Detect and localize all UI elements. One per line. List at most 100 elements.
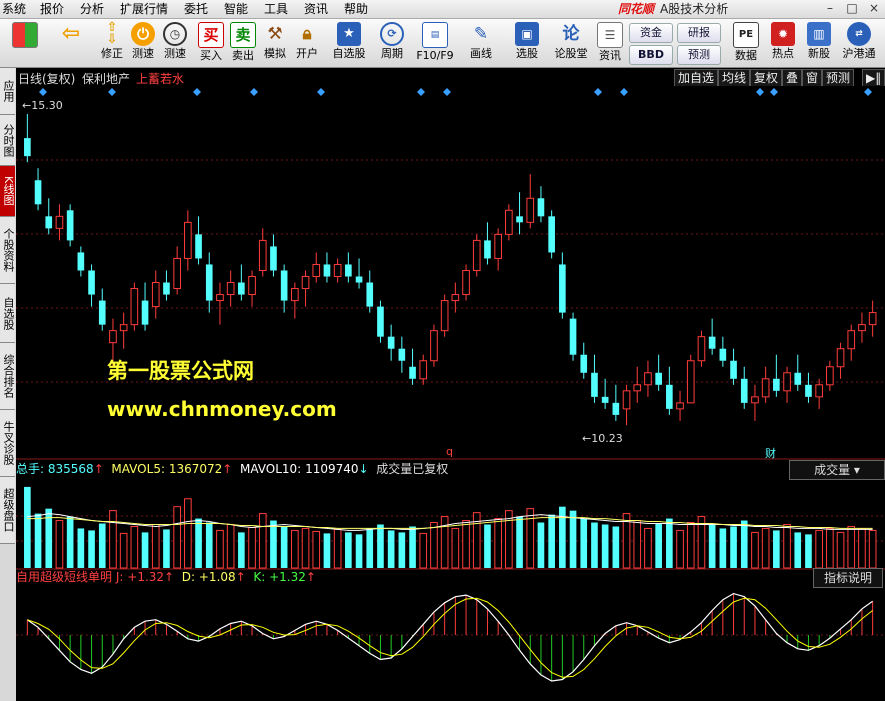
toolbar-news-button[interactable]: ☰ 资讯 [593, 21, 627, 65]
add-watchlist-button[interactable]: 加自选 [674, 69, 719, 87]
candle-body-down [398, 348, 406, 361]
volume-bar-down [601, 524, 609, 568]
toolbar-hk-connect-button[interactable]: ⇄ 沪港通 [839, 21, 879, 65]
total-up-arrow-icon: ↑ [93, 462, 104, 476]
finance-marker[interactable]: 财 [765, 445, 776, 461]
overlay-button[interactable]: 叠 [782, 69, 803, 87]
research-button[interactable]: 研报 [677, 23, 721, 43]
toolbar-data-label: 数据 [735, 49, 757, 62]
volume-bar-up [258, 513, 267, 569]
volume-bar-up [173, 506, 181, 569]
candle-body-up [783, 372, 791, 392]
volume-note: 成交量已复权 [376, 462, 449, 476]
adjust-button[interactable]: 复权 [750, 69, 783, 87]
toolbar-grid-button[interactable] [8, 21, 42, 65]
toolbar-watchlist-label: 自选股 [332, 47, 366, 60]
cycle-icon: ⟳ [380, 22, 404, 46]
volume-bar-down [580, 518, 588, 568]
side-tab-watchlist[interactable]: 自选股 [0, 284, 15, 343]
ma-button[interactable]: 均线 [718, 69, 751, 87]
kline-chart[interactable] [16, 86, 885, 701]
minimize-button[interactable]: – [819, 0, 841, 17]
volume-bar-down [719, 528, 727, 568]
side-tab-diagnosis[interactable]: 牛叉诊股 [0, 410, 15, 477]
indicator-help-button[interactable]: 指标说明 [813, 568, 883, 588]
sell-icon: 卖 [230, 22, 256, 48]
toolbar-draw-button[interactable]: ✎ 画线 [462, 21, 500, 65]
window-button[interactable]: 窗 [802, 69, 823, 87]
forecast-button[interactable]: 预测 [677, 45, 721, 65]
volume-bar-up [151, 523, 160, 569]
side-tab-ranking[interactable]: 综合排名 [0, 343, 15, 410]
new-stock-icon: ▥ [807, 22, 831, 46]
candle-body-down [655, 372, 662, 385]
period-label[interactable]: 日线(复权) [18, 70, 75, 87]
volume-bar-down [591, 522, 598, 568]
side-tab-intraday[interactable]: 分时图 [0, 115, 15, 166]
maximize-button[interactable]: □ [841, 0, 863, 17]
j-up-arrow-icon: ↑ [164, 570, 175, 584]
toolbar-fix-button[interactable]: ⇧ ⇩ 修正 [95, 21, 129, 65]
indicator-name[interactable]: 自用超级短线单明 [16, 570, 112, 584]
volume-dropdown-label: 成交量 [814, 463, 851, 477]
close-button[interactable]: × [863, 0, 885, 17]
candle-body-down [280, 270, 288, 301]
toolbar-open-account-button[interactable]: 🔒︎ 开户 [290, 21, 324, 65]
window-controls: – □ × [819, 0, 885, 18]
candle-body-down [98, 300, 106, 325]
toolbar-buy-button[interactable]: 买 买入 [194, 21, 228, 65]
menu-help[interactable]: 帮助 [344, 1, 368, 17]
menu-quote[interactable]: 报价 [40, 1, 64, 17]
toolbar: ⇦ ⇧ ⇩ 修正 ⏻ 测速 ◷ 测速 买 买入 卖 卖出 ⚒ 模拟 🔒︎ 开户 ★… [0, 19, 885, 68]
toolbar-screener-button[interactable]: ▣ 选股 [507, 21, 547, 65]
volume-bar-up [301, 527, 310, 569]
toolbar-data-button[interactable]: PE 数据 [729, 21, 763, 65]
menu-news[interactable]: 资讯 [304, 1, 328, 17]
fund-button[interactable]: 资金 [629, 23, 673, 43]
volume-bar-down [163, 529, 170, 568]
toolbar-discuss-button[interactable]: 论 论股堂 [552, 21, 590, 65]
volume-bar-up [761, 527, 770, 569]
expand-right-icon[interactable]: ▶‖ [862, 69, 885, 87]
candle-body-up [258, 239, 267, 271]
toolbar-simulate-button[interactable]: ⚒ 模拟 [258, 21, 292, 65]
menu-tools[interactable]: 工具 [264, 1, 288, 17]
toolbar-watchlist-button[interactable]: ★ 自选股 [328, 21, 370, 65]
side-tab-stock-profile[interactable]: 个股资料 [0, 217, 15, 284]
side-tab-super-order[interactable]: 超级盘口 [0, 477, 15, 544]
toolbar-simulate-label: 模拟 [264, 47, 286, 60]
menu-analysis[interactable]: 分析 [80, 1, 104, 17]
toolbar-clock-button[interactable]: ◷ 测速 [158, 21, 192, 65]
volume-bar-up [686, 522, 695, 569]
candle-body-up [312, 263, 321, 277]
side-tab-kline[interactable]: K线图 [0, 166, 15, 217]
volume-dropdown[interactable]: 成交量 ▾ [789, 460, 885, 480]
toolbar-sell-button[interactable]: 卖 卖出 [226, 21, 260, 65]
menu-extended[interactable]: 扩展行情 [120, 1, 168, 17]
menu-system[interactable]: 系统 [2, 1, 26, 17]
volume-bar-up [633, 520, 642, 569]
volume-bar-down [98, 523, 106, 568]
toolbar-period-button[interactable]: ⟳ 周期 [375, 21, 409, 65]
toolbar-clock-label: 测速 [164, 47, 186, 60]
volume-bar-up [291, 529, 299, 569]
volume-bar-down [655, 523, 662, 568]
forecast-chart-button[interactable]: 预测 [822, 69, 855, 87]
volume-bar-up [312, 530, 321, 569]
side-tab-apps[interactable]: 应用 [0, 68, 15, 115]
volume-bar-down [569, 510, 577, 568]
toolbar-hot-button[interactable]: ✹ 热点 [766, 21, 800, 65]
candle-body-up [494, 233, 502, 259]
q-marker[interactable]: q [446, 445, 453, 458]
menu-smart[interactable]: 智能 [224, 1, 248, 17]
candle-body-down [516, 216, 523, 223]
pe-icon: PE [733, 22, 759, 48]
bbd-button[interactable]: BBD [629, 45, 673, 65]
toolbar-speed-button[interactable]: ⏻ 测速 [126, 21, 160, 65]
toolbar-back-button[interactable]: ⇦ [54, 21, 88, 65]
toolbar-f10-button[interactable]: ▤ F10/F9 [414, 21, 456, 65]
menu-trade[interactable]: 委托 [184, 1, 208, 17]
app-logo: 同花顺 [618, 2, 655, 16]
candle-body-up [644, 372, 652, 386]
toolbar-new-stock-button[interactable]: ▥ 新股 [802, 21, 836, 65]
